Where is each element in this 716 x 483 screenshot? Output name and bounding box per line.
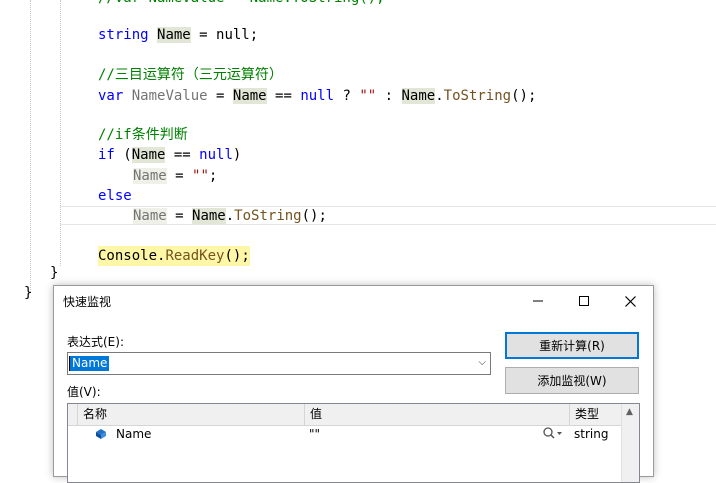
code-line-readkey-breakpoint: Console.ReadKey(); xyxy=(98,246,250,266)
vertical-scrollbar[interactable]: ▲ xyxy=(621,404,639,482)
magnifier-icon[interactable] xyxy=(542,426,562,445)
variable-name: NameValue xyxy=(131,88,208,104)
variable-name: Name xyxy=(131,147,166,163)
code-text: (); xyxy=(511,88,537,104)
maximize-button[interactable] xyxy=(561,286,607,316)
indent-guide xyxy=(60,0,61,266)
value-label: 值(V): xyxy=(67,385,101,399)
maximize-icon xyxy=(579,296,589,306)
code-text: = null; xyxy=(190,27,259,43)
minimize-icon xyxy=(533,300,543,302)
expression-combobox[interactable]: Name ⌵ xyxy=(67,352,491,375)
grid-header: 名称 值 类型 xyxy=(68,404,639,426)
recalculate-button[interactable]: 重新计算(R) xyxy=(505,332,639,359)
class-name: Console xyxy=(98,248,158,264)
keyword: if xyxy=(98,147,115,163)
code-line-cut-comment: //var NameValue = Name.ToString(); xyxy=(98,0,385,8)
closing-brace: } xyxy=(50,265,59,281)
code-line-else: else xyxy=(98,188,132,204)
watch-results-grid: 名称 值 类型 Name "" string ▲ xyxy=(67,403,640,483)
closing-brace: } xyxy=(24,285,33,301)
code-comment-ternary: //三目运算符（三元运算符） xyxy=(98,67,283,83)
close-icon xyxy=(624,295,636,307)
dialog-titlebar[interactable]: 快速监视 xyxy=(54,286,653,316)
indent-guide xyxy=(30,0,31,292)
dialog-title: 快速监视 xyxy=(63,295,112,309)
code-text: (); xyxy=(224,248,250,264)
code-text: == xyxy=(266,88,301,104)
code-line-declaration: string Name = null; xyxy=(98,25,258,45)
code-text: ? xyxy=(334,88,360,104)
variable-name: Name xyxy=(157,27,191,43)
code-line-if: if (Name == null) xyxy=(98,145,241,165)
code-text: ( xyxy=(114,147,132,163)
column-header-value[interactable]: 值 xyxy=(305,404,570,425)
table-row[interactable]: Name "" string xyxy=(68,425,639,444)
code-line-ternary: var NameValue = Name == null ? "" : Name… xyxy=(98,86,536,106)
row-indicator-header xyxy=(68,404,78,425)
variable-name: Name xyxy=(133,208,167,224)
variable-name: Name xyxy=(133,168,167,184)
column-header-name[interactable]: 名称 xyxy=(78,404,305,425)
add-watch-button[interactable]: 添加监视(W) xyxy=(505,367,639,394)
code-line-assign-empty: Name = ""; xyxy=(133,166,217,186)
method-name: ReadKey xyxy=(165,248,225,264)
code-text: : xyxy=(376,88,402,104)
variable-name: Name xyxy=(401,88,436,104)
code-line-assign-tostring: Name = Name.ToString(); xyxy=(133,206,327,226)
keyword: var xyxy=(98,88,124,104)
method-name: ToString xyxy=(234,208,302,224)
expression-label: 表达式(E): xyxy=(67,335,124,349)
code-comment-if: //if条件判断 xyxy=(98,127,188,143)
code-text: == xyxy=(165,147,200,163)
code-text: ; xyxy=(208,168,218,184)
row-type: string xyxy=(574,427,609,441)
code-text: . xyxy=(435,88,444,104)
string-literal: "" xyxy=(192,168,209,184)
code-text: = xyxy=(207,88,233,104)
chevron-down-icon[interactable]: ⌵ xyxy=(478,357,486,368)
expression-input-value[interactable]: Name xyxy=(70,356,110,371)
field-icon xyxy=(95,427,107,442)
code-text: = xyxy=(166,208,193,224)
column-header-type[interactable]: 类型 xyxy=(570,404,624,425)
variable-name: Name xyxy=(192,208,226,224)
string-literal: "" xyxy=(359,88,377,104)
variable-name: Name xyxy=(232,88,267,104)
keyword: null xyxy=(300,88,335,104)
minimize-button[interactable] xyxy=(515,286,561,316)
row-name: Name xyxy=(116,427,152,441)
keyword: string xyxy=(98,27,149,43)
scroll-up-icon[interactable]: ▲ xyxy=(626,407,633,417)
quick-watch-dialog: 快速监视 表达式(E): Name ⌵ 值(V): 重新计算(R) 添加监视(W… xyxy=(53,285,654,483)
close-button[interactable] xyxy=(607,286,653,316)
code-text: ) xyxy=(232,147,242,163)
code-text: . xyxy=(225,208,235,224)
keyword: null xyxy=(199,147,233,163)
code-text: = xyxy=(166,168,193,184)
method-name: ToString xyxy=(443,88,512,104)
code-text: (); xyxy=(301,208,327,224)
row-value: "" xyxy=(309,427,321,441)
